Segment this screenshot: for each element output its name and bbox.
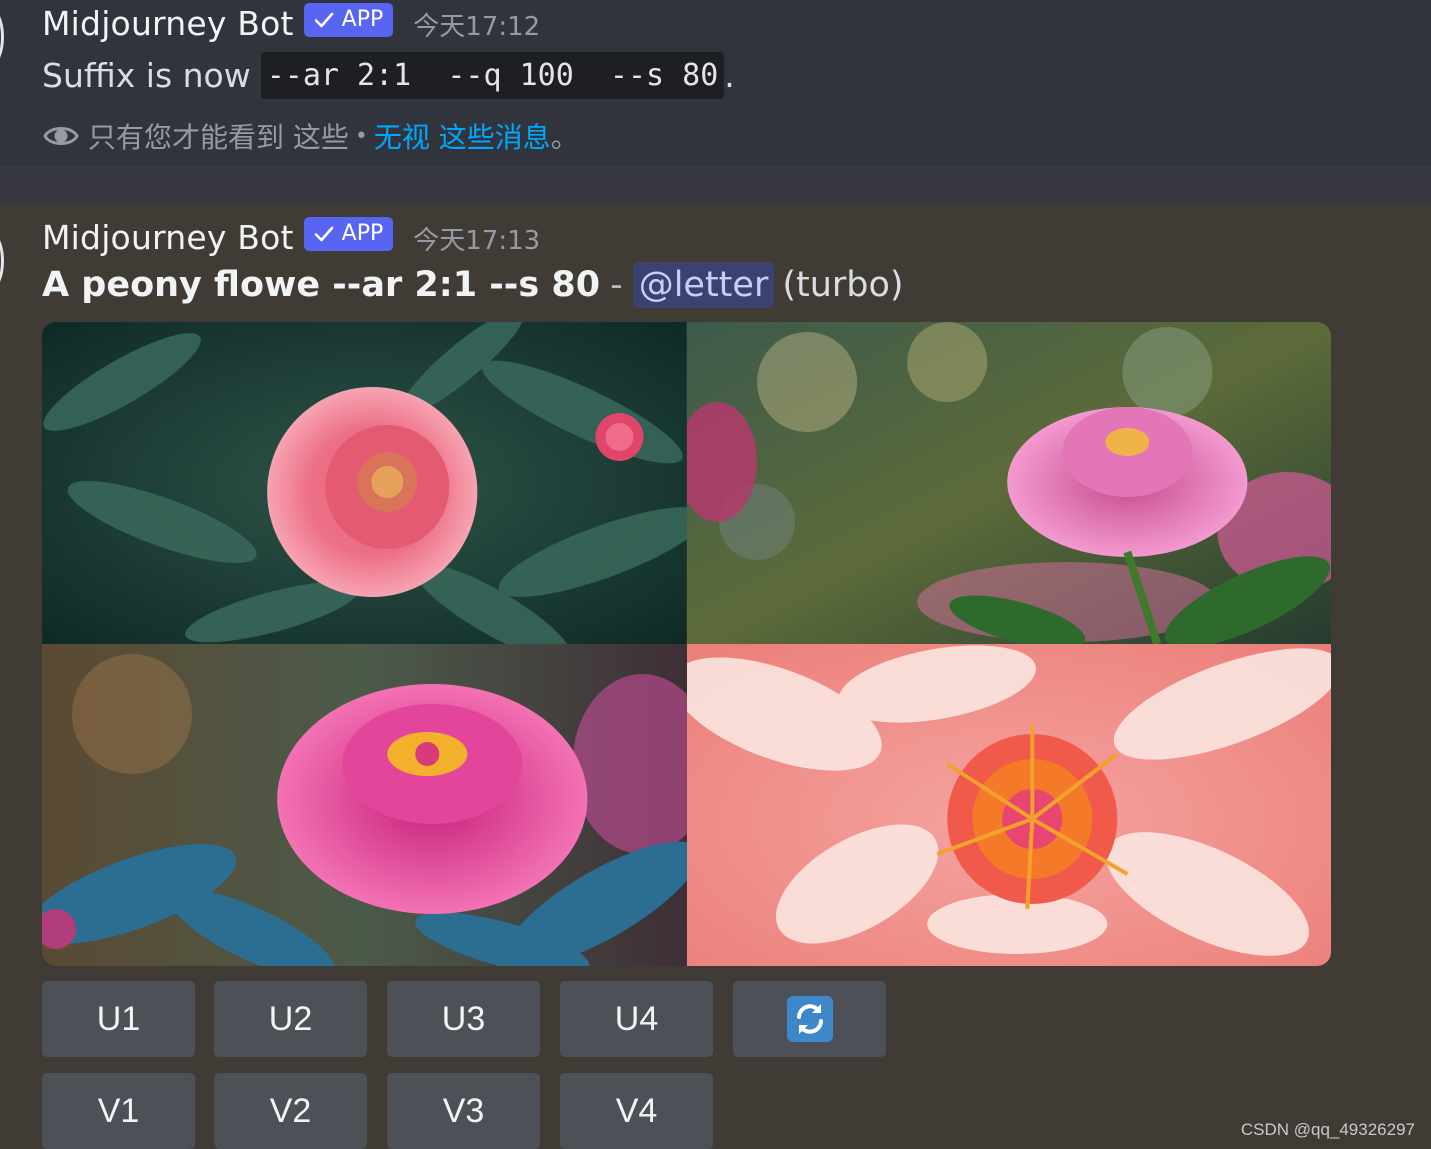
peony-image-1[interactable] xyxy=(42,322,687,644)
message-text-end: . xyxy=(724,56,735,95)
message-divider xyxy=(0,166,1431,206)
variation-button-1[interactable]: V1 xyxy=(42,1073,195,1149)
message-header: Midjourney Bot APP 今天17:12 xyxy=(42,2,540,43)
prompt-text: A peony flowe --ar 2:1 --s 80 xyxy=(42,265,601,305)
watermark: CSDN @qq_49326297 xyxy=(1240,1120,1415,1139)
variation-button-2[interactable]: V2 xyxy=(214,1073,367,1149)
timestamp[interactable]: 今天17:12 xyxy=(413,6,540,43)
app-badge: APP xyxy=(303,216,394,251)
message-header: Midjourney Bot APP 今天17:13 xyxy=(42,216,540,257)
dismiss-link[interactable]: 无视 这些消息 xyxy=(374,116,551,156)
ephemeral-message: Midjourney Bot APP 今天17:12 Suffix is now… xyxy=(0,0,1431,166)
upscale-button-4[interactable]: U4 xyxy=(560,981,713,1057)
ephemeral-text: 只有您才能看到 这些 xyxy=(88,121,349,154)
peony-image-3[interactable] xyxy=(42,644,687,966)
inline-code: --ar 2:1 --q 100 --s 80 xyxy=(260,52,725,99)
username[interactable]: Midjourney Bot xyxy=(42,218,294,257)
badge-label: APP xyxy=(341,221,384,246)
refresh-icon xyxy=(786,996,833,1042)
user-mention[interactable]: @letter xyxy=(632,262,775,308)
timestamp[interactable]: 今天17:13 xyxy=(413,220,540,257)
ephemeral-end: 。 xyxy=(550,121,579,154)
message-text: Suffix is now xyxy=(42,56,251,95)
checkmark-icon xyxy=(314,12,333,27)
variation-button-3[interactable]: V3 xyxy=(387,1073,540,1149)
peony-image-2[interactable] xyxy=(686,322,1331,644)
upscale-button-3[interactable]: U3 xyxy=(387,981,540,1057)
eye-icon xyxy=(43,127,79,145)
message-content: Suffix is now --ar 2:1 --q 100 --s 80 . xyxy=(42,52,735,99)
app-badge: APP xyxy=(303,2,394,37)
username[interactable]: Midjourney Bot xyxy=(42,4,294,43)
ephemeral-notice: 只有您才能看到 这些 • 无视 这些消息 。 xyxy=(42,116,579,156)
variation-button-4[interactable]: V4 xyxy=(560,1073,713,1149)
peony-image-4[interactable] xyxy=(686,644,1331,966)
avatar[interactable] xyxy=(0,8,4,66)
prompt-line: A peony flowe --ar 2:1 --s 80 - @letter … xyxy=(42,262,904,308)
upscale-button-1[interactable]: U1 xyxy=(42,981,195,1057)
image-grid[interactable] xyxy=(42,322,1331,966)
reroll-button[interactable] xyxy=(733,981,886,1057)
avatar[interactable] xyxy=(0,232,4,290)
prompt-separator: - xyxy=(610,265,623,305)
mode-label: (turbo) xyxy=(782,265,904,305)
checkmark-icon xyxy=(314,226,333,241)
separator-dot: • xyxy=(354,123,368,149)
upscale-button-2[interactable]: U2 xyxy=(214,981,367,1057)
badge-label: APP xyxy=(341,7,384,32)
